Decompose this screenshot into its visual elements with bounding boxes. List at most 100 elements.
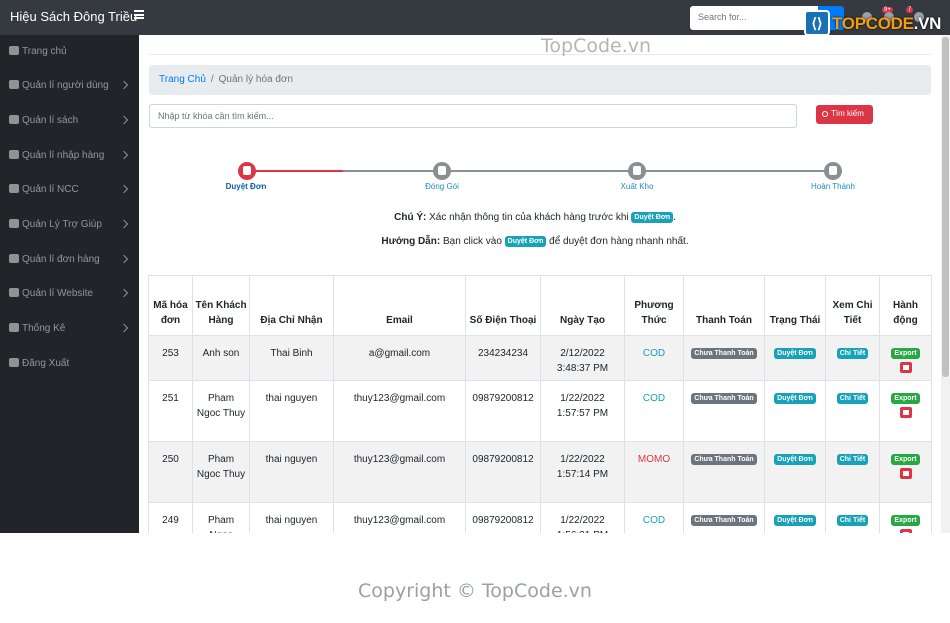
top-navbar: Hiệu Sách Đông Triều Search for... 9+ 7 … bbox=[0, 0, 950, 38]
approve-order-button[interactable]: Duyệt Đơn bbox=[774, 515, 816, 526]
vertical-scrollbar[interactable] bbox=[941, 35, 950, 533]
trash-icon[interactable] bbox=[899, 407, 912, 418]
cell-action: Export bbox=[879, 335, 932, 381]
cell-date: 2/12/2022 3:48:37 PM bbox=[540, 335, 625, 381]
cell-date: 1/22/2022 1:57:57 PM bbox=[540, 380, 625, 442]
table-header-row: Mã hóa đơn Tên Khách Hàng Địa Chỉ Nhận E… bbox=[148, 275, 932, 336]
orders-table: Mã hóa đơn Tên Khách Hàng Địa Chỉ Nhận E… bbox=[148, 275, 932, 533]
breadcrumb-home-link[interactable]: Trang Chủ bbox=[159, 74, 206, 85]
cell-email: thuy123@gmail.com bbox=[333, 380, 466, 442]
chevron-right-icon bbox=[119, 115, 129, 125]
cell-status: Duyệt Đơn bbox=[764, 502, 826, 533]
sidebar-item-imports[interactable]: Quản lí nhập hàng bbox=[0, 139, 139, 173]
cell-status: Duyệt Đơn bbox=[764, 441, 826, 503]
sidebar-item-users[interactable]: Quản lí người dùng bbox=[0, 69, 139, 103]
trash-icon[interactable] bbox=[899, 468, 912, 479]
breadcrumb: Trang Chủ / Quản lý hóa đơn bbox=[149, 65, 931, 95]
cell-address: thai nguyen bbox=[249, 380, 334, 442]
cell-action: Export bbox=[879, 380, 932, 442]
cell-detail: Chi Tiết bbox=[825, 502, 880, 533]
sidebar-toggle-icon[interactable] bbox=[134, 10, 144, 19]
col-header-id: Mã hóa đơn bbox=[148, 275, 193, 336]
cell-customer: Anh son bbox=[192, 335, 250, 381]
col-header-action: Hành động bbox=[879, 275, 932, 336]
breadcrumb-current: Quản lý hóa đơn bbox=[218, 74, 294, 85]
main-content: Trang Chủ / Quản lý hóa đơn Nhập từ khóa c… bbox=[139, 35, 950, 533]
cart-icon bbox=[9, 254, 19, 263]
scrollbar-thumb[interactable] bbox=[942, 37, 949, 377]
progress-line bbox=[343, 170, 833, 172]
cell-address: thai nguyen bbox=[249, 502, 334, 533]
view-detail-button[interactable]: Chi Tiết bbox=[836, 393, 869, 404]
sign-out-icon bbox=[9, 358, 19, 367]
search-input[interactable]: Search for... bbox=[690, 6, 818, 30]
cell-method: MOMO bbox=[624, 441, 684, 503]
tools-icon bbox=[9, 288, 19, 297]
sidebar-item-website[interactable]: Quản lí Website bbox=[0, 277, 139, 311]
copyright-watermark: Copyright © TopCode.vn bbox=[358, 580, 592, 602]
step-approve-icon bbox=[238, 162, 256, 180]
col-header-date: Ngày Tạo bbox=[540, 275, 625, 336]
trash-icon[interactable] bbox=[899, 529, 912, 533]
book-icon bbox=[9, 115, 19, 124]
sidebar-item-label: Thống Kê bbox=[22, 323, 66, 334]
keyword-search-input[interactable]: Nhập từ khóa cần tìm kiếm... bbox=[149, 104, 797, 128]
step-label-approve: Duyệt Đơn bbox=[225, 182, 267, 191]
sidebar-item-books[interactable]: Quản lí sách bbox=[0, 104, 139, 138]
cell-payment: Chưa Thanh Toán bbox=[683, 502, 765, 533]
export-button[interactable]: Export bbox=[891, 348, 920, 359]
cell-method: COD bbox=[624, 335, 684, 381]
cell-payment: Chưa Thanh Toán bbox=[683, 335, 765, 381]
cell-email: thuy123@gmail.com bbox=[333, 441, 466, 503]
payment-badge: Chưa Thanh Toán bbox=[691, 393, 757, 404]
cell-address: Thai Binh bbox=[249, 335, 334, 381]
app-frame: Hiệu Sách Đông Triều Search for... 9+ 7 … bbox=[0, 0, 950, 533]
brand-title[interactable]: Hiệu Sách Đông Triều bbox=[10, 9, 137, 24]
guide-text-2: để duyệt đơn hàng nhanh nhất. bbox=[549, 236, 689, 247]
approve-order-button[interactable]: Duyệt Đơn bbox=[774, 454, 816, 465]
approve-order-button[interactable]: Duyệt Đơn bbox=[774, 393, 816, 404]
sidebar-item-logout[interactable]: Đăng Xuất bbox=[0, 347, 139, 381]
cell-method: COD bbox=[624, 380, 684, 442]
sidebar-item-label: Quản lí Website bbox=[22, 288, 93, 299]
view-detail-button[interactable]: Chi Tiết bbox=[836, 348, 869, 359]
col-header-payment: Thanh Toán bbox=[683, 275, 765, 336]
sidebar-item-orders[interactable]: Quản lí đơn hàng bbox=[0, 243, 139, 277]
cell-customer: Pham Ngoc bbox=[192, 502, 250, 533]
note-text: Xác nhận thông tin của khách hàng trước … bbox=[429, 212, 629, 223]
trash-icon[interactable] bbox=[899, 362, 912, 373]
export-button[interactable]: Export bbox=[891, 454, 920, 465]
cell-email: thuy123@gmail.com bbox=[333, 502, 466, 533]
payment-badge: Chưa Thanh Toán bbox=[691, 454, 757, 465]
cell-phone: 234234234 bbox=[465, 335, 541, 381]
view-detail-button[interactable]: Chi Tiết bbox=[836, 515, 869, 526]
sidebar-item-stats[interactable]: Thống Kê bbox=[0, 312, 139, 346]
chevron-right-icon bbox=[119, 254, 129, 264]
col-header-status: Trạng Thái bbox=[764, 275, 826, 336]
sidebar-item-help[interactable]: Quản Lý Trợ Giúp bbox=[0, 208, 139, 242]
search-icon bbox=[822, 111, 828, 117]
view-detail-button[interactable]: Chi Tiết bbox=[836, 454, 869, 465]
step-label-complete: Hoàn Thành bbox=[811, 182, 855, 191]
payment-badge: Chưa Thanh Toán bbox=[691, 515, 757, 526]
watermark-logo: ⟨⟩ TOPCODE.VN bbox=[804, 10, 941, 38]
col-header-email: Email bbox=[333, 275, 466, 336]
sidebar-item-home[interactable]: Trang chủ bbox=[0, 35, 139, 69]
chevron-right-icon bbox=[119, 184, 129, 194]
sidebar-item-label: Quản Lý Trợ Giúp bbox=[22, 219, 102, 230]
sidebar-item-suppliers[interactable]: Quản lí NCC bbox=[0, 173, 139, 207]
guide-line: Hướng Dẫn: Bạn click vào Duyệt Đơn để du… bbox=[139, 236, 931, 247]
col-header-customer: Tên Khách Hàng bbox=[192, 275, 250, 336]
table-row: 249 Pham Ngoc thai nguyen thuy123@gmail.… bbox=[148, 502, 932, 533]
cell-detail: Chi Tiết bbox=[825, 335, 880, 381]
cell-address: thai nguyen bbox=[249, 441, 334, 503]
step-export-icon bbox=[628, 162, 646, 180]
cell-email: a@gmail.com bbox=[333, 335, 466, 381]
table-row: 253 Anh son Thai Binh a@gmail.com 234234… bbox=[148, 335, 932, 381]
approve-order-button[interactable]: Duyệt Đơn bbox=[774, 348, 816, 359]
export-button[interactable]: Export bbox=[891, 393, 920, 404]
cell-status: Duyệt Đơn bbox=[764, 335, 826, 381]
keyword-search-button[interactable]: Tìm kiếm bbox=[816, 105, 873, 124]
export-button[interactable]: Export bbox=[891, 515, 920, 526]
table-row: 251 Pham Ngoc Thuy thai nguyen thuy123@g… bbox=[148, 380, 932, 442]
